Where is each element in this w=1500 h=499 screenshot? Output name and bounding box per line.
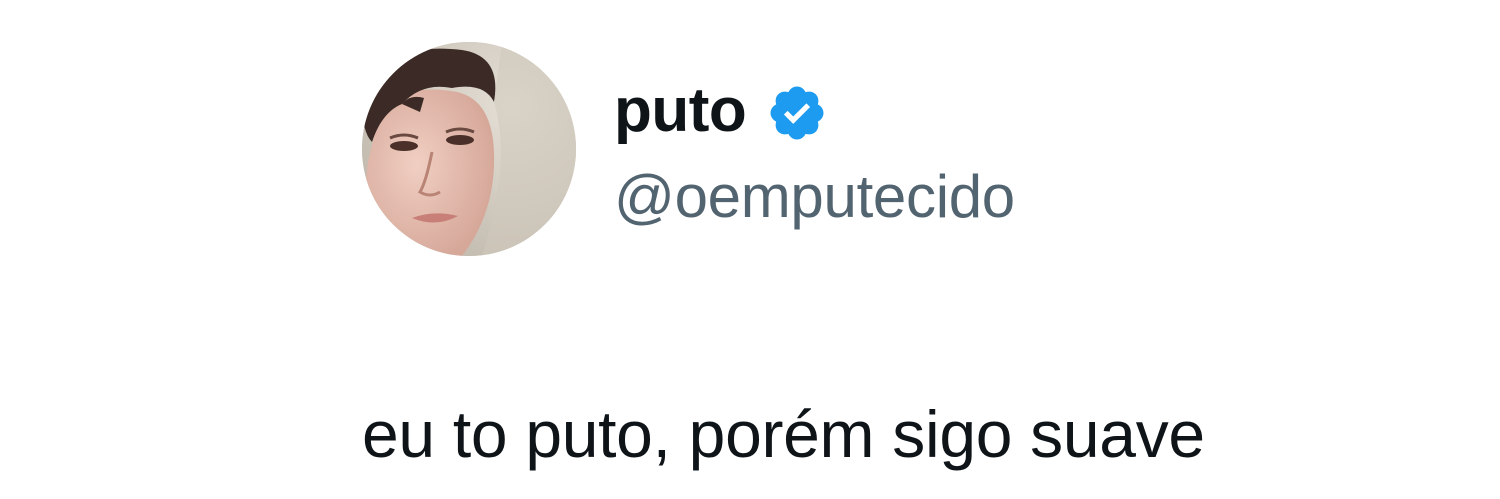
- author-display-name[interactable]: puto: [614, 78, 747, 144]
- tweet-card: puto @oemputecido eu to puto, porém sigo…: [0, 0, 1500, 499]
- avatar-photo-icon: [362, 42, 576, 256]
- avatar[interactable]: [362, 42, 576, 256]
- verified-badge-icon: [766, 82, 828, 144]
- tweet-text: eu to puto, porém sigo suave: [362, 397, 1205, 471]
- author-name-row: puto: [614, 78, 828, 144]
- author-handle[interactable]: @oemputecido: [614, 162, 1015, 232]
